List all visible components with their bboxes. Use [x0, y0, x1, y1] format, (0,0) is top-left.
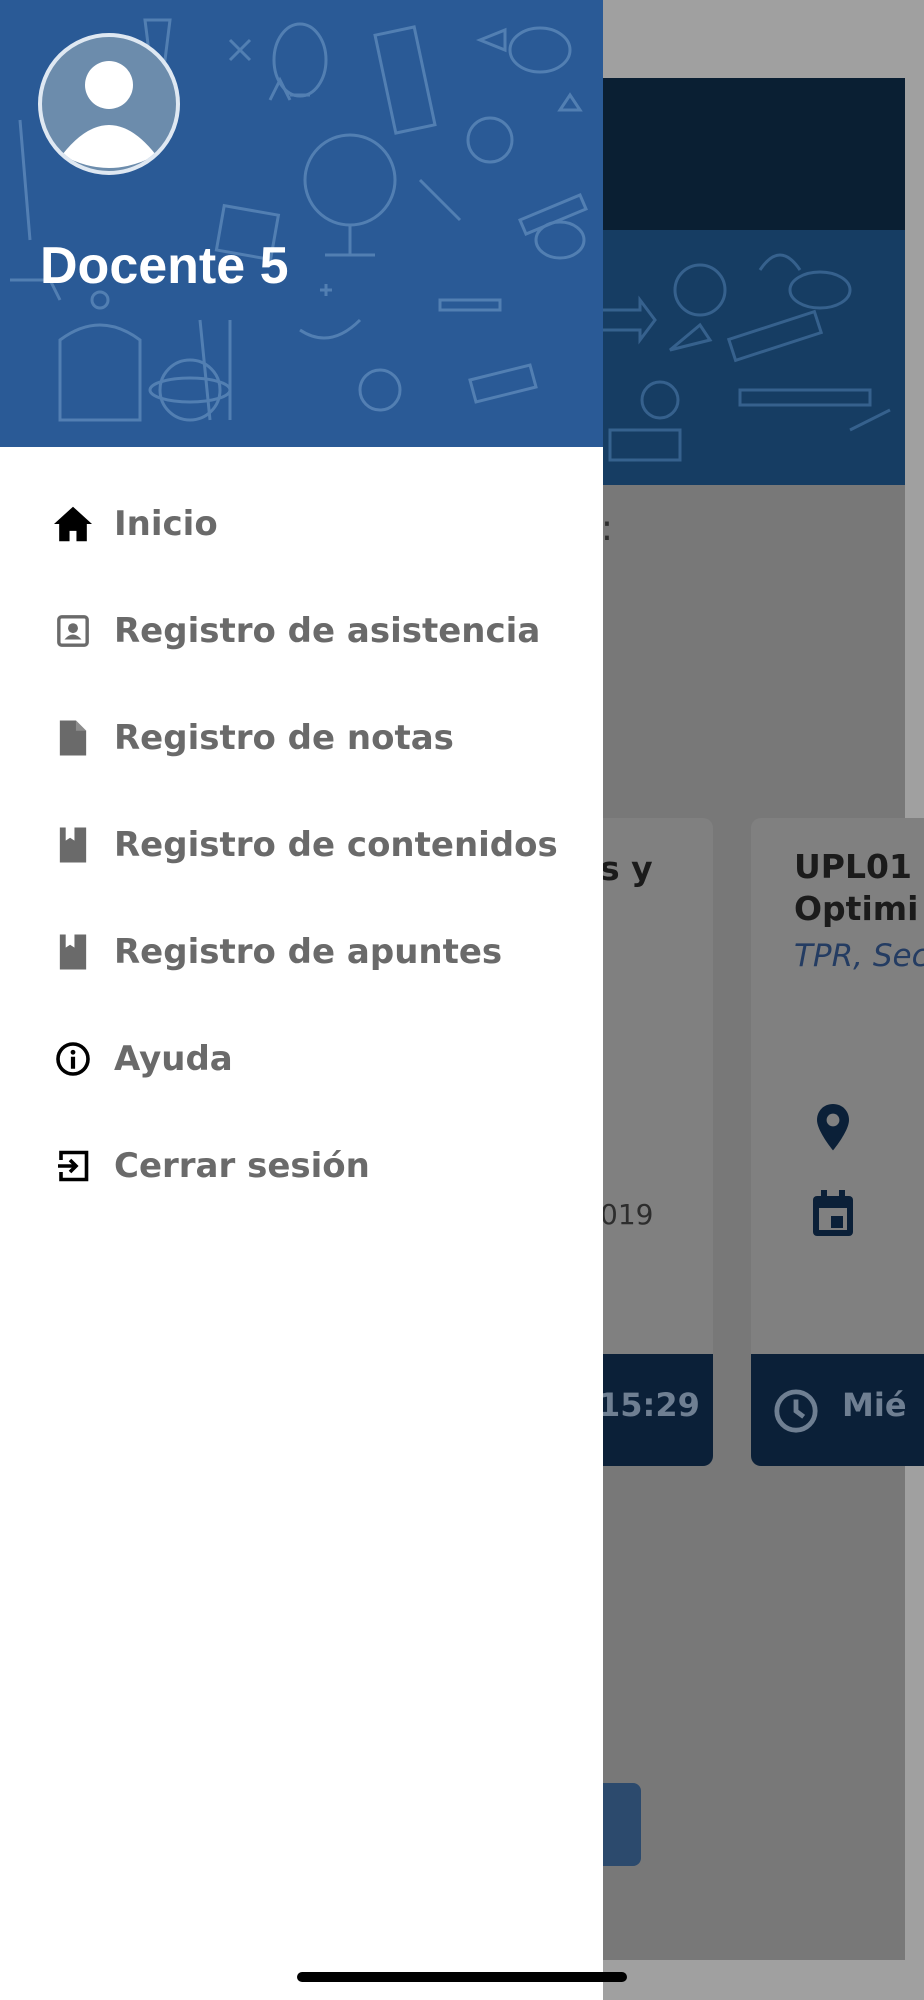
avatar[interactable] — [38, 33, 180, 175]
menu-item-label: Cerrar sesión — [114, 1145, 370, 1186]
home-icon — [52, 503, 94, 545]
drawer-header: Docente 5 — [0, 0, 603, 447]
menu-item-label: Registro de apuntes — [114, 931, 503, 972]
menu-item-registro-apuntes[interactable]: Registro de apuntes — [0, 898, 603, 1005]
menu-item-registro-contenidos[interactable]: Registro de contenidos — [0, 791, 603, 898]
contact-card-icon — [52, 610, 94, 652]
drawer-scrim[interactable] — [603, 0, 924, 2000]
document-icon — [52, 717, 94, 759]
menu-item-label: Ayuda — [114, 1038, 233, 1079]
menu-item-ayuda[interactable]: Ayuda — [0, 1005, 603, 1112]
menu-item-label: Registro de asistencia — [114, 610, 541, 651]
menu-item-label: Registro de contenidos — [114, 824, 558, 865]
menu-item-inicio[interactable]: Inicio — [0, 470, 603, 577]
user-icon — [62, 61, 156, 168]
home-indicator[interactable] — [297, 1972, 627, 1982]
info-icon — [52, 1038, 94, 1080]
book-icon — [52, 931, 94, 973]
book-icon — [52, 824, 94, 866]
user-name: Docente 5 — [40, 237, 289, 295]
menu-item-registro-notas[interactable]: Registro de notas — [0, 684, 603, 791]
menu-item-label: Inicio — [114, 503, 218, 544]
menu-item-registro-asistencia[interactable]: Registro de asistencia — [0, 577, 603, 684]
logout-icon — [52, 1145, 94, 1187]
menu-item-cerrar-sesion[interactable]: Cerrar sesión — [0, 1112, 603, 1219]
drawer-menu: Inicio Registro de asistencia Registro d… — [0, 470, 603, 1219]
navigation-drawer: Docente 5 Inicio Registro de asistencia … — [0, 0, 603, 2000]
menu-item-label: Registro de notas — [114, 717, 454, 758]
